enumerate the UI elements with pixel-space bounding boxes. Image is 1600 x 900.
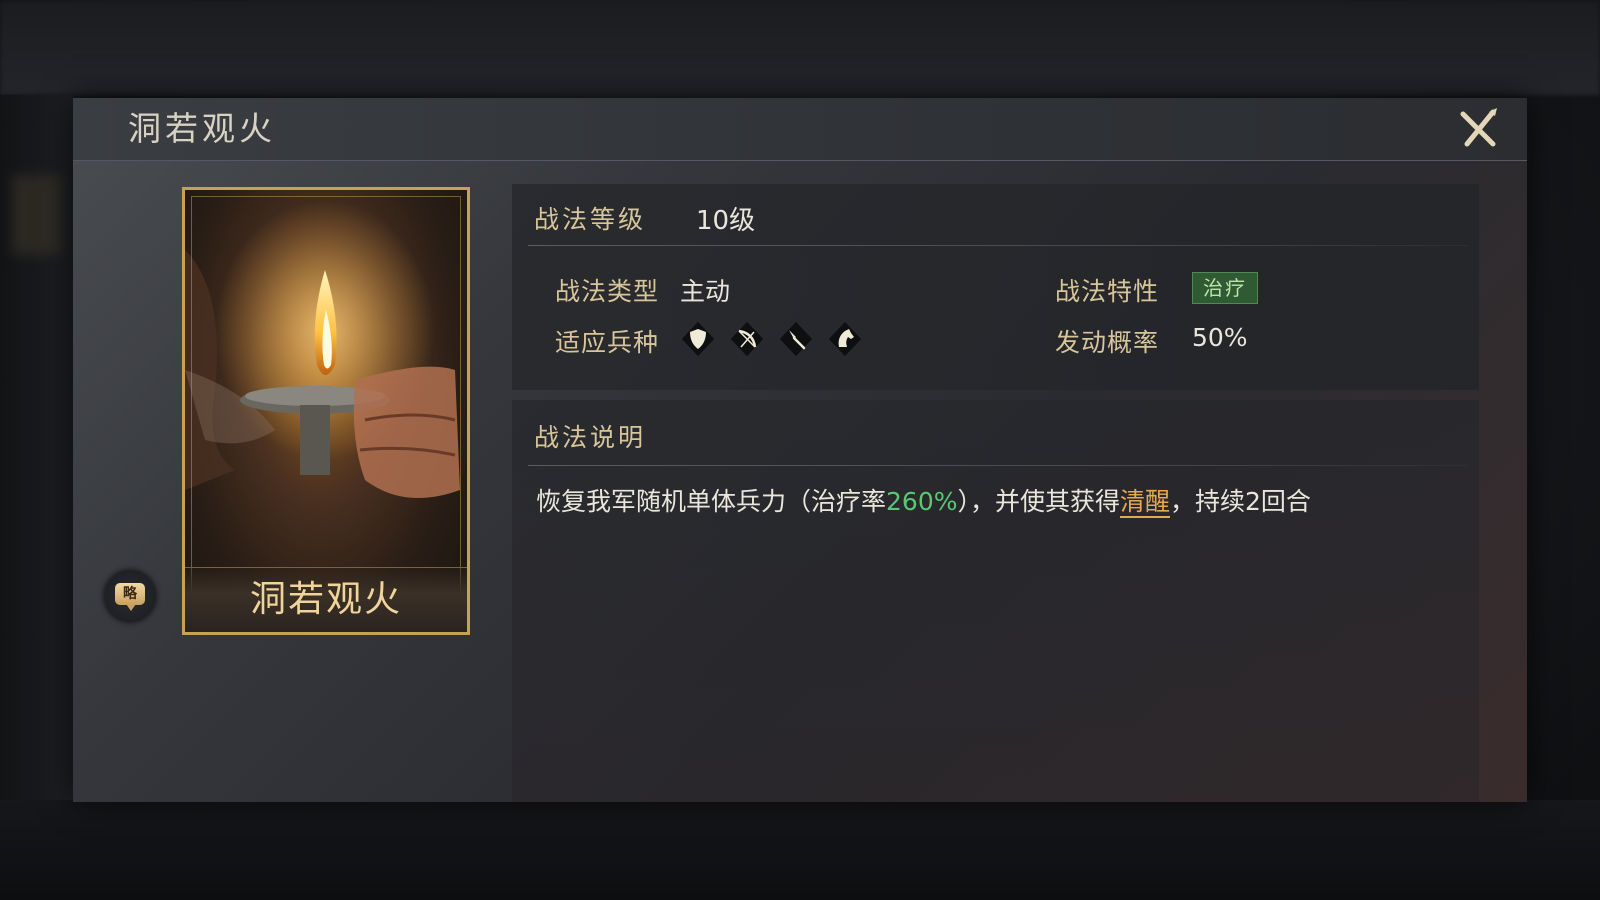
description-part3: ，持续2回合 (1170, 487, 1311, 516)
strategy-badge[interactable]: 略 (104, 570, 156, 622)
background-top (0, 0, 1600, 95)
skill-description-text: 恢复我军随机单体兵力（治疗率260%），并使其获得清醒，持续2回合 (536, 485, 1396, 519)
close-button[interactable] (1453, 104, 1503, 154)
panel-title: 洞若观火 (128, 109, 276, 148)
description-divider (528, 465, 1468, 466)
skill-description-box (512, 400, 1479, 802)
background-chip (12, 175, 62, 255)
heal-tag: 治疗 (1192, 272, 1258, 304)
skill-description-label: 战法说明 (534, 423, 647, 452)
shield-icon[interactable] (678, 319, 718, 359)
info-divider (528, 245, 1468, 246)
background-left (0, 95, 73, 805)
trigger-chance-label: 发动概率 (1055, 328, 1160, 357)
close-icon (1460, 108, 1497, 147)
skill-type-value: 主动 (680, 277, 731, 306)
bow-icon[interactable] (727, 319, 767, 359)
heal-rate-value: 260% (886, 487, 958, 516)
horse-icon[interactable] (825, 319, 865, 359)
speech-bubble-tail (126, 604, 136, 611)
trigger-chance-value: 50% (1192, 323, 1248, 352)
description-part1: 恢复我军随机单体兵力（治疗率 (536, 487, 887, 516)
skill-card: 洞若观火 (182, 187, 470, 635)
status-clear-mind-link[interactable]: 清醒 (1120, 487, 1171, 518)
card-frame (191, 196, 461, 626)
spear-icon[interactable] (776, 319, 816, 359)
skill-trait-label: 战法特性 (1055, 277, 1160, 306)
panel-header: 洞若观火 (73, 98, 1527, 161)
card-name: 洞若观火 (249, 579, 402, 620)
card-name-bar: 洞若观火 (185, 567, 467, 632)
skill-level-label: 战法等级 (534, 205, 647, 234)
speech-bubble-icon: 略 (115, 583, 145, 605)
description-part2: ），并使其获得 (957, 487, 1121, 516)
skill-level-value: 10级 (696, 206, 756, 236)
background-bottom (0, 800, 1600, 900)
unit-types-label: 适应兵种 (555, 328, 660, 357)
skill-detail-panel: 洞若观火 洞若观火 略 (73, 98, 1527, 802)
skill-type-label: 战法类型 (555, 277, 660, 306)
